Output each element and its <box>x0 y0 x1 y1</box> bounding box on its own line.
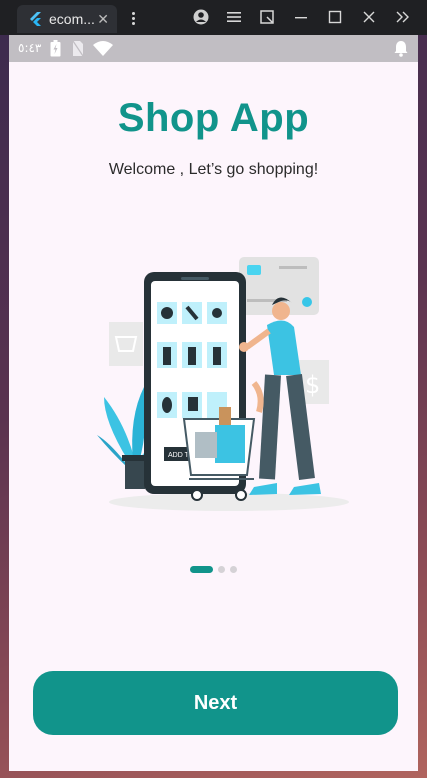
device-screen: ٥:٤٣ Shop App Welcome , Let’s go shoppin… <box>9 35 418 771</box>
emulator-tab[interactable]: ecom... ✕ <box>17 5 117 33</box>
maximize-icon[interactable] <box>326 8 344 26</box>
shopping-illustration: $ ADD TO CART <box>97 257 349 511</box>
close-icon[interactable] <box>360 8 378 26</box>
expand-panel-icon[interactable] <box>394 8 412 26</box>
battery-saver-icon <box>50 40 61 57</box>
minimize-icon[interactable] <box>292 8 310 26</box>
emulator-title-bar: ecom... ✕ <box>0 0 427 35</box>
status-time: ٥:٤٣ <box>18 41 42 55</box>
screenshot-icon[interactable] <box>258 8 276 26</box>
wifi-icon <box>93 41 113 56</box>
flutter-logo-icon <box>30 12 41 26</box>
notification-bell-icon <box>394 41 408 57</box>
page-indicator-dot[interactable] <box>218 566 225 573</box>
sim-card-icon <box>72 40 84 57</box>
welcome-subtitle: Welcome , Let’s go shopping! <box>108 161 319 178</box>
svg-text:$: $ <box>305 371 320 399</box>
app-title: Shop App <box>117 96 310 140</box>
next-button[interactable]: Next <box>33 671 398 735</box>
page-indicator <box>9 566 418 573</box>
android-status-bar: ٥:٤٣ <box>9 35 418 62</box>
tab-title: ecom... <box>49 11 95 27</box>
menu-icon[interactable] <box>225 8 243 26</box>
page-indicator-dot[interactable] <box>230 566 237 573</box>
account-icon[interactable] <box>192 8 210 26</box>
page-indicator-dot-active[interactable] <box>190 566 213 573</box>
tab-close-icon[interactable]: ✕ <box>97 11 109 28</box>
more-options-icon[interactable] <box>124 8 142 28</box>
